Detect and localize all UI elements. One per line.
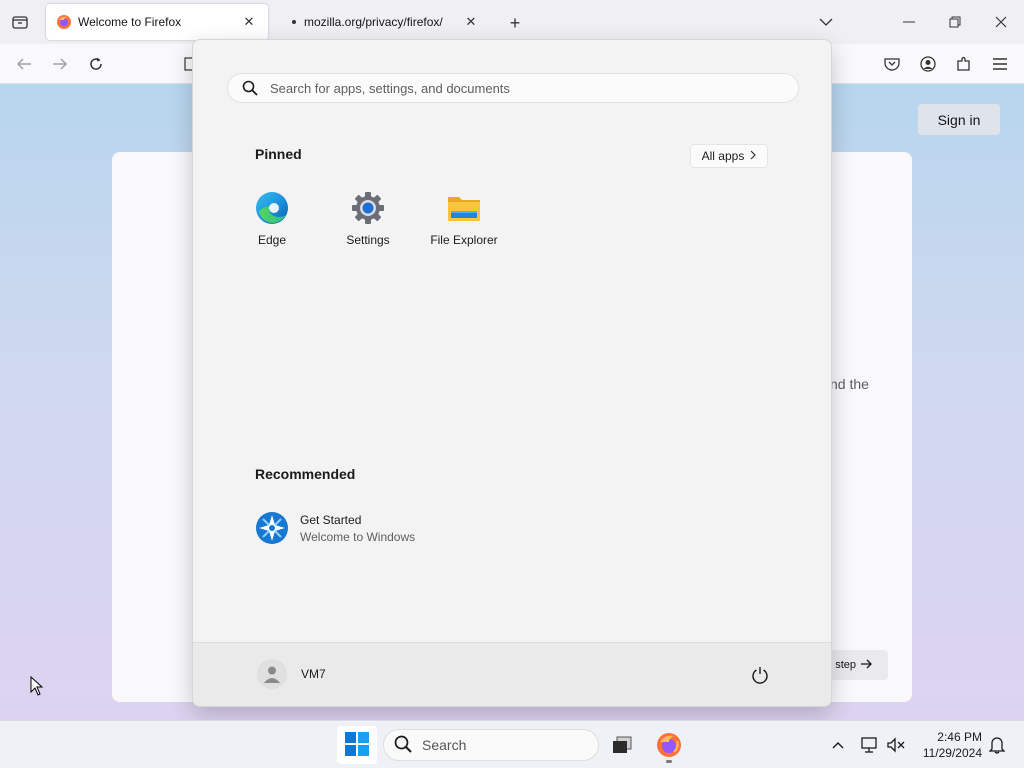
tab-loading-dot bbox=[292, 20, 296, 24]
show-hidden-icons-chevron-icon[interactable] bbox=[828, 735, 848, 755]
user-name: VM7 bbox=[301, 667, 326, 681]
chevron-right-icon bbox=[750, 149, 757, 163]
power-icon[interactable] bbox=[748, 663, 772, 687]
tab-overview-icon[interactable] bbox=[8, 11, 32, 33]
pocket-icon[interactable] bbox=[880, 52, 904, 76]
tab-title: mozilla.org/privacy/firefox/ bbox=[304, 15, 443, 29]
taskbar-search-box[interactable]: Search bbox=[383, 729, 599, 761]
task-view-icon[interactable] bbox=[606, 729, 638, 761]
clock-time: 2:46 PM bbox=[937, 730, 982, 744]
folder-icon bbox=[446, 190, 482, 226]
next-step-label: step bbox=[835, 659, 856, 671]
hamburger-menu-icon[interactable] bbox=[988, 52, 1012, 76]
browser-tab-bar: Welcome to Firefox ✕ mozilla.org/privacy… bbox=[0, 0, 1024, 44]
edge-icon bbox=[254, 190, 290, 226]
user-account-button[interactable]: VM7 bbox=[257, 659, 326, 689]
extensions-puzzle-icon[interactable] bbox=[952, 52, 976, 76]
search-icon bbox=[242, 80, 258, 96]
account-icon[interactable] bbox=[916, 52, 940, 76]
start-search-input[interactable] bbox=[270, 80, 798, 96]
reload-icon[interactable] bbox=[84, 52, 108, 76]
app-label: Edge bbox=[257, 233, 287, 247]
arrow-right-icon bbox=[860, 659, 872, 672]
clock-date: 11/29/2024 bbox=[922, 746, 982, 760]
tab-mozilla-privacy[interactable]: mozilla.org/privacy/firefox/ ✕ bbox=[280, 4, 490, 40]
close-tab-icon[interactable]: ✕ bbox=[240, 13, 258, 31]
notification-bell-icon[interactable] bbox=[987, 735, 1007, 755]
minimize-icon[interactable] bbox=[886, 8, 932, 36]
app-label: Settings bbox=[346, 233, 390, 247]
close-tab-icon[interactable]: ✕ bbox=[462, 13, 480, 31]
pinned-app-file-explorer[interactable]: File Explorer bbox=[418, 188, 510, 254]
restore-icon[interactable] bbox=[932, 8, 978, 36]
card-partial-text: nd the bbox=[830, 376, 869, 392]
start-button[interactable] bbox=[337, 726, 377, 764]
sign-in-button[interactable]: Sign in bbox=[918, 104, 1000, 135]
start-menu: Pinned All apps Edge bbox=[192, 39, 832, 707]
recommended-item-subtitle: Welcome to Windows bbox=[300, 529, 416, 544]
taskbar: Search 2:46 PM 11/29/2024 bbox=[0, 720, 1024, 768]
start-menu-footer: VM7 bbox=[193, 642, 831, 706]
start-search-box[interactable] bbox=[227, 73, 799, 103]
taskbar-firefox-icon[interactable] bbox=[653, 729, 685, 761]
forward-arrow-icon[interactable] bbox=[48, 52, 72, 76]
taskbar-search-label: Search bbox=[422, 737, 467, 753]
windows-logo-icon bbox=[345, 731, 369, 759]
network-icon[interactable] bbox=[860, 735, 880, 755]
back-arrow-icon[interactable] bbox=[12, 52, 36, 76]
recommended-item-title: Get Started bbox=[300, 512, 362, 527]
recommended-item-get-started[interactable]: Get Started Welcome to Windows bbox=[255, 508, 415, 548]
all-apps-button[interactable]: All apps bbox=[690, 144, 768, 168]
list-all-tabs-chevron-icon[interactable] bbox=[816, 12, 836, 32]
firefox-icon bbox=[56, 14, 72, 30]
pinned-title: Pinned bbox=[255, 146, 302, 162]
get-started-icon bbox=[255, 511, 289, 545]
close-window-icon[interactable] bbox=[978, 8, 1024, 36]
mouse-cursor-icon bbox=[30, 675, 44, 699]
recommended-title: Recommended bbox=[255, 466, 356, 482]
search-icon bbox=[394, 735, 412, 756]
all-apps-label: All apps bbox=[701, 149, 745, 163]
running-app-indicator bbox=[666, 760, 672, 763]
volume-muted-icon[interactable] bbox=[886, 735, 906, 755]
settings-gear-icon bbox=[350, 190, 386, 226]
tab-title: Welcome to Firefox bbox=[78, 15, 182, 29]
user-avatar-icon bbox=[257, 659, 287, 689]
taskbar-clock[interactable]: 2:46 PM 11/29/2024 bbox=[914, 729, 982, 761]
tab-welcome-to-firefox[interactable]: Welcome to Firefox ✕ bbox=[46, 4, 268, 40]
pinned-app-edge[interactable]: Edge bbox=[226, 188, 318, 254]
pinned-app-settings[interactable]: Settings bbox=[322, 188, 414, 254]
new-tab-plus-icon[interactable]: + bbox=[504, 12, 526, 34]
app-label: File Explorer bbox=[430, 233, 498, 247]
